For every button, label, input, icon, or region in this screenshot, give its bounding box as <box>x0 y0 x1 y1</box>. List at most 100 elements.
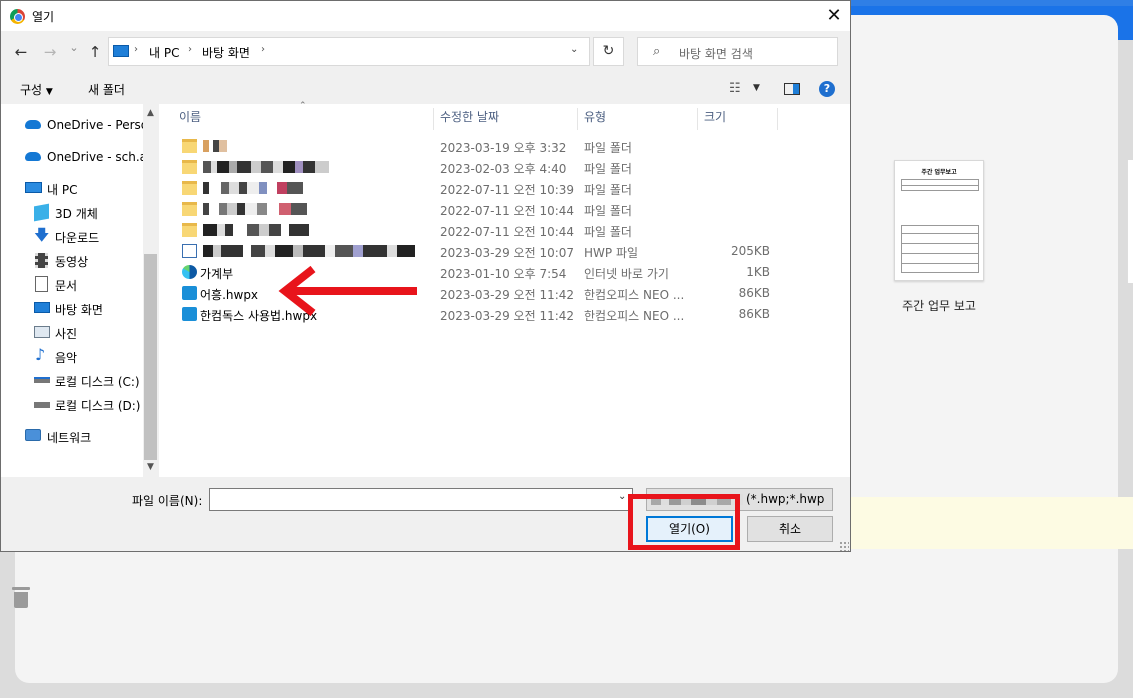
address-bar[interactable]: › 내 PC › 바탕 화면 › ⌄ <box>108 37 590 66</box>
folder-icon <box>182 181 197 195</box>
scroll-down-icon[interactable]: ▼ <box>143 462 158 472</box>
sidebar-item-pictures[interactable]: 사진 <box>1 321 143 343</box>
sidebar-item-network[interactable]: 네트워크 <box>1 425 143 447</box>
sidebar-label: 음악 <box>55 351 78 365</box>
sidebar-item-documents[interactable]: 문서 <box>1 273 143 295</box>
sidebar-item-music[interactable]: ♪ 음악 <box>1 345 143 367</box>
breadcrumb-pc[interactable]: 내 PC <box>149 44 179 61</box>
close-button[interactable]: ✕ <box>819 4 849 28</box>
sidebar-item-drive-d[interactable]: 로컬 디스크 (D:) <box>1 393 143 415</box>
sidebar-label: 로컬 디스크 (D:) <box>55 399 141 413</box>
forward-button[interactable]: → <box>40 43 60 61</box>
chevron-down-icon[interactable]: ⌄ <box>618 491 626 502</box>
hwpx-file-icon <box>182 286 197 300</box>
sidebar-label: 사진 <box>55 327 78 341</box>
file-date: 2023-03-19 오후 3:32 <box>440 141 567 155</box>
organize-menu[interactable]: 구성 ▼ <box>20 81 53 98</box>
column-header-name[interactable]: 이름 <box>173 108 434 130</box>
document-thumbnail[interactable]: 주간 업무보고 <box>894 160 984 281</box>
blurred-filename <box>203 161 329 173</box>
file-date: 2022-07-11 오전 10:39 <box>440 183 575 197</box>
file-row[interactable]: 2022-07-11 오전 10:44 파일 폴더 <box>159 220 779 241</box>
help-icon[interactable]: ? <box>819 81 835 97</box>
column-header-size[interactable]: 크기 <box>698 108 778 130</box>
file-type: 한컴오피스 NEO ... <box>584 309 685 323</box>
desktop-icon <box>34 302 50 313</box>
3d-objects-icon <box>34 203 49 222</box>
sidebar-item-3d-objects[interactable]: 3D 개체 <box>1 201 143 223</box>
file-type: 파일 폴더 <box>584 225 632 239</box>
breadcrumb-separator: › <box>188 44 192 55</box>
new-folder-button[interactable]: 새 폴더 <box>88 81 125 98</box>
file-row[interactable]: 2023-03-19 오후 3:32 파일 폴더 <box>159 136 779 157</box>
sidebar-item-desktop[interactable]: 바탕 화면 <box>1 297 143 319</box>
refresh-button[interactable]: ↻ <box>593 37 624 66</box>
next-thumbnail-edge <box>1127 160 1133 283</box>
sidebar-item-this-pc[interactable]: 내 PC <box>1 177 143 199</box>
folder-icon <box>182 202 197 216</box>
resize-grip-icon[interactable] <box>839 541 849 551</box>
scroll-up-icon[interactable]: ▲ <box>143 108 158 118</box>
view-options-icon[interactable]: ☷ <box>729 81 741 96</box>
sidebar-item-downloads[interactable]: 🡇 다운로드 <box>1 225 143 247</box>
chevron-down-icon[interactable]: ▼ <box>753 83 760 93</box>
file-row[interactable]: 어흥.hwpx 2023-03-29 오전 11:42 한컴오피스 NEO ..… <box>159 283 779 304</box>
sidebar-label: OneDrive - Personal <box>47 118 143 132</box>
file-type: 파일 폴더 <box>584 162 632 176</box>
navigation-scrollbar[interactable]: ▲ ▼ <box>143 104 158 477</box>
file-type: 파일 폴더 <box>584 204 632 218</box>
sidebar-label: 네트워크 <box>47 431 92 445</box>
breadcrumb-separator: › <box>134 44 138 55</box>
sidebar-item-onedrive-personal[interactable]: OneDrive - Personal <box>1 114 143 136</box>
file-size: 205KB <box>730 244 770 258</box>
search-input[interactable]: ⌕ 바탕 화면 검색 <box>637 37 838 66</box>
onedrive-icon <box>25 152 41 161</box>
column-header-type[interactable]: 유형 <box>578 108 698 130</box>
sidebar-label: 문서 <box>55 279 78 293</box>
file-date: 2023-01-10 오후 7:54 <box>440 267 567 281</box>
open-file-dialog: 열기 ✕ ← → ⌄ ↑ › 내 PC › 바탕 화면 › ⌄ ↻ ⌕ 바탕 화… <box>0 0 851 552</box>
recent-locations-button[interactable]: ⌄ <box>64 41 84 54</box>
chevron-down-icon: ▼ <box>45 87 53 97</box>
thumbnail-line <box>901 233 979 234</box>
breadcrumb-desktop[interactable]: 바탕 화면 <box>202 44 250 61</box>
file-row[interactable]: 가계부 2023-01-10 오후 7:54 인터넷 바로 가기 1KB <box>159 262 779 283</box>
sidebar-label: 내 PC <box>47 183 78 197</box>
sidebar-item-drive-c[interactable]: 로컬 디스크 (C:) <box>1 369 143 391</box>
pc-icon <box>113 45 129 57</box>
thumbnail-label[interactable]: 주간 업무 보고 <box>884 297 994 314</box>
file-date: 2023-03-29 오전 10:07 <box>440 246 575 260</box>
file-date: 2022-07-11 오전 10:44 <box>440 225 575 239</box>
chrome-icon <box>10 9 25 24</box>
pictures-icon <box>34 326 50 338</box>
drive-icon <box>34 377 50 383</box>
back-button[interactable]: ← <box>11 43 31 61</box>
sidebar-label: 다운로드 <box>55 231 100 245</box>
file-row[interactable]: 2022-07-11 오전 10:44 파일 폴더 <box>159 199 779 220</box>
file-row[interactable]: 2023-03-29 오전 10:07 HWP 파일 205KB <box>159 241 779 262</box>
file-date: 2023-03-29 오전 11:42 <box>440 288 575 302</box>
file-type: 인터넷 바로 가기 <box>584 267 669 281</box>
file-row[interactable]: 2023-02-03 오후 4:40 파일 폴더 <box>159 157 779 178</box>
cancel-button[interactable]: 취소 <box>747 516 833 542</box>
filename-field[interactable] <box>209 488 633 511</box>
scrollbar-thumb[interactable] <box>144 254 157 460</box>
file-size: 1KB <box>746 265 770 279</box>
file-row[interactable]: 한컴독스 사용법.hwpx 2023-03-29 오전 11:42 한컴오피스 … <box>159 304 779 325</box>
document-icon <box>35 276 48 292</box>
sidebar-item-onedrive-school[interactable]: OneDrive - sch.ac.kr <box>1 146 143 168</box>
column-header-date[interactable]: 수정한 날짜 <box>434 108 578 130</box>
blurred-filename <box>203 182 303 194</box>
preview-pane-icon[interactable] <box>784 83 800 95</box>
file-row[interactable]: 2022-07-11 오전 10:39 파일 폴더 <box>159 178 779 199</box>
address-dropdown-icon[interactable]: ⌄ <box>570 44 578 55</box>
edge-shortcut-icon <box>182 265 197 279</box>
up-button[interactable]: ↑ <box>85 43 105 61</box>
filename-label: 파일 이름(N): <box>132 494 203 508</box>
file-name: 어흥.hwpx <box>200 288 259 302</box>
drive-icon <box>34 402 50 408</box>
download-icon: 🡇 <box>34 226 50 244</box>
trash-icon[interactable] <box>12 587 30 609</box>
sidebar-item-videos[interactable]: 동영상 <box>1 249 143 271</box>
folder-icon <box>182 160 197 174</box>
